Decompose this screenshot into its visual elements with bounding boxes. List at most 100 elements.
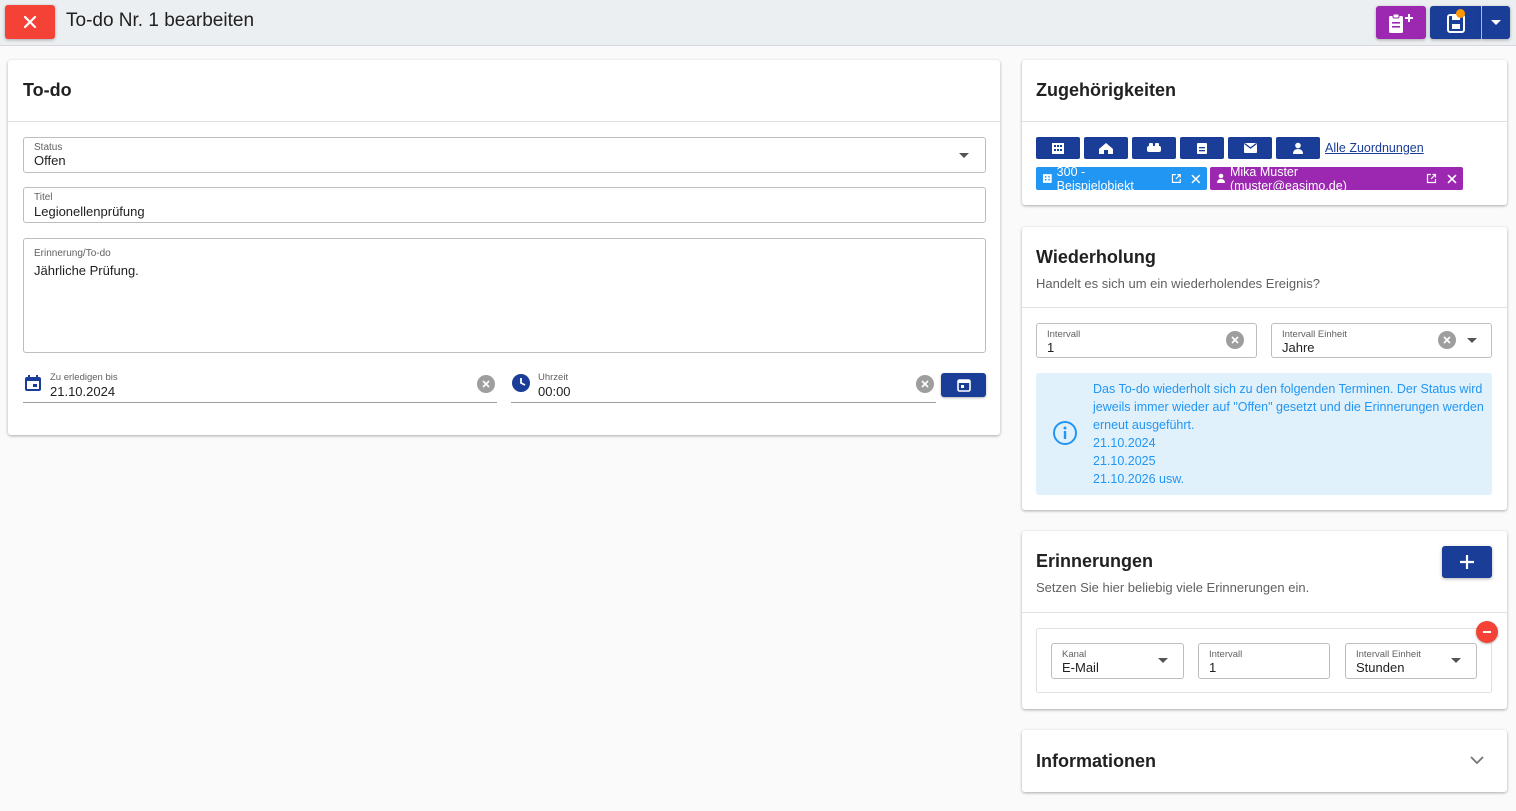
- reminder-item: Kanal E-Mail Intervall 1 Intervall Einhe…: [1036, 628, 1492, 693]
- reminder-interval-value: 1: [1209, 660, 1217, 675]
- close-button[interactable]: [5, 5, 55, 39]
- open-external-icon[interactable]: [1171, 173, 1182, 184]
- remove-chip-icon[interactable]: [1447, 173, 1457, 184]
- person-icon: [1293, 142, 1303, 154]
- reminder-interval-input[interactable]: Intervall 1: [1198, 643, 1330, 679]
- clear-time-icon[interactable]: [916, 375, 934, 393]
- due-date-label: Zu erledigen bis: [50, 372, 118, 383]
- unsaved-indicator-icon: [1456, 9, 1465, 18]
- repeat-unit-value: Jahre: [1282, 340, 1315, 355]
- chevron-down-icon[interactable]: [1470, 756, 1484, 765]
- reminder-value: Jährliche Prüfung.: [34, 263, 139, 278]
- person-chip[interactable]: Mika Muster (muster@easimo.de): [1210, 164, 1463, 193]
- open-external-icon[interactable]: [1426, 173, 1437, 184]
- reminder-unit-select[interactable]: Intervall Einheit Stunden: [1345, 643, 1477, 679]
- person-icon: [1216, 173, 1225, 183]
- property-chip-label: 300 - Beispielobjekt: [1056, 164, 1134, 193]
- new-todo-button[interactable]: [1376, 6, 1426, 39]
- todo-card: To-do Status Offen Titel Legionellenprüf…: [8, 60, 1000, 435]
- add-group-button[interactable]: [1132, 137, 1176, 159]
- repeat-info-description: Das To-do wiederholt sich zu den folgend…: [1093, 382, 1484, 432]
- info-icon: [1053, 421, 1077, 445]
- repeat-card: Wiederholung Handelt es sich um ein wied…: [1022, 227, 1507, 510]
- chevron-down-icon: [959, 153, 969, 158]
- remove-reminder-button[interactable]: [1476, 621, 1498, 643]
- title-label: Titel: [34, 192, 53, 203]
- repeat-subtitle: Handelt es sich um ein wiederholendes Er…: [1036, 276, 1320, 291]
- divider: [1022, 307, 1507, 308]
- repeat-unit-label: Intervall Einheit: [1282, 329, 1347, 340]
- page-title: To-do Nr. 1 bearbeiten: [66, 10, 255, 31]
- repeat-info-box: Das To-do wiederholt sich zu den folgend…: [1036, 373, 1492, 495]
- add-reminder-button[interactable]: [1442, 546, 1492, 578]
- title-input[interactable]: Titel Legionellenprüfung: [23, 187, 986, 223]
- title-value: Legionellenprüfung: [34, 204, 145, 219]
- reminder-label: Erinnerung/To-do: [34, 248, 111, 259]
- top-bar: To-do Nr. 1 bearbeiten: [0, 0, 1516, 46]
- clear-due-date-icon[interactable]: [477, 375, 495, 393]
- all-associations-link[interactable]: Alle Zuordnungen: [1325, 141, 1424, 155]
- due-date-field[interactable]: Zu erledigen bis 21.10.2024: [23, 370, 497, 403]
- due-date-value: 21.10.2024: [50, 384, 116, 399]
- reminder-channel-label: Kanal: [1062, 649, 1087, 660]
- reminder-channel-select[interactable]: Kanal E-Mail: [1051, 643, 1184, 679]
- repeat-date: 21.10.2024: [1093, 436, 1156, 450]
- mail-icon: [1243, 142, 1257, 153]
- clipboard-icon: [1197, 143, 1207, 154]
- divider: [8, 121, 1000, 122]
- reminders-subtitle: Setzen Sie hier beliebig viele Erinnerun…: [1036, 580, 1310, 595]
- time-field[interactable]: Uhrzeit 00:00: [511, 370, 936, 403]
- add-person-button[interactable]: [1276, 137, 1320, 159]
- minus-icon: [1483, 631, 1491, 633]
- status-value: Offen: [34, 153, 66, 168]
- group-icon: [1147, 143, 1161, 152]
- time-value: 00:00: [538, 384, 571, 399]
- close-icon: [23, 15, 37, 29]
- remove-chip-icon[interactable]: [1191, 174, 1201, 184]
- repeat-info-text: Das To-do wiederholt sich zu den folgend…: [1093, 380, 1493, 488]
- repeat-date: 21.10.2026 usw.: [1093, 472, 1185, 486]
- clipboard-plus-icon: [1389, 13, 1413, 33]
- building-icon: [1052, 142, 1064, 154]
- reminders-card-title: Erinnerungen: [1036, 551, 1154, 571]
- repeat-interval-value: 1: [1047, 340, 1055, 355]
- date-picker-button[interactable]: [941, 373, 986, 397]
- repeat-date: 21.10.2025: [1093, 454, 1156, 468]
- chevron-down-icon: [1467, 338, 1477, 343]
- add-mail-button[interactable]: [1228, 137, 1272, 159]
- add-task-button[interactable]: [1180, 137, 1224, 159]
- chevron-down-icon: [1451, 658, 1461, 663]
- plus-icon: [1460, 555, 1474, 569]
- reminder-channel-value: E-Mail: [1062, 660, 1099, 675]
- time-label: Uhrzeit: [538, 372, 569, 383]
- property-chip[interactable]: 300 - Beispielobjekt: [1036, 164, 1207, 193]
- repeat-interval-label: Intervall: [1047, 329, 1081, 340]
- chevron-down-icon: [1158, 658, 1168, 663]
- clock-icon: [512, 374, 530, 392]
- save-options-button[interactable]: [1482, 6, 1510, 39]
- add-unit-button[interactable]: [1084, 137, 1128, 159]
- divider: [1022, 121, 1507, 122]
- reminder-textarea[interactable]: Erinnerung/To-do Jährliche Prüfung.: [23, 238, 986, 353]
- add-property-button[interactable]: [1036, 137, 1080, 159]
- reminder-unit-label: Intervall Einheit: [1356, 649, 1421, 660]
- building-icon: [1042, 174, 1052, 183]
- save-button[interactable]: [1430, 6, 1481, 39]
- info-card[interactable]: Informationen: [1022, 730, 1507, 792]
- clear-unit-icon[interactable]: [1438, 331, 1456, 349]
- house-icon: [1099, 142, 1113, 154]
- info-card-title: Informationen: [1036, 751, 1156, 771]
- divider: [1022, 612, 1507, 613]
- repeat-interval-input[interactable]: Intervall 1: [1036, 323, 1257, 358]
- clear-interval-icon[interactable]: [1226, 331, 1244, 349]
- status-select[interactable]: Status Offen: [23, 137, 986, 173]
- reminders-card: Erinnerungen Setzen Sie hier beliebig vi…: [1022, 531, 1507, 709]
- calendar-icon: [25, 375, 41, 391]
- associations-card-title: Zugehörigkeiten: [1036, 80, 1177, 100]
- reminder-interval-label: Intervall: [1209, 649, 1243, 660]
- status-label: Status: [34, 142, 63, 153]
- person-chip-label: Mika Muster (muster@easimo.de): [1229, 164, 1347, 193]
- reminder-unit-value: Stunden: [1356, 660, 1405, 675]
- calendar-icon: [956, 379, 971, 392]
- repeat-unit-select[interactable]: Intervall Einheit Jahre: [1271, 323, 1492, 358]
